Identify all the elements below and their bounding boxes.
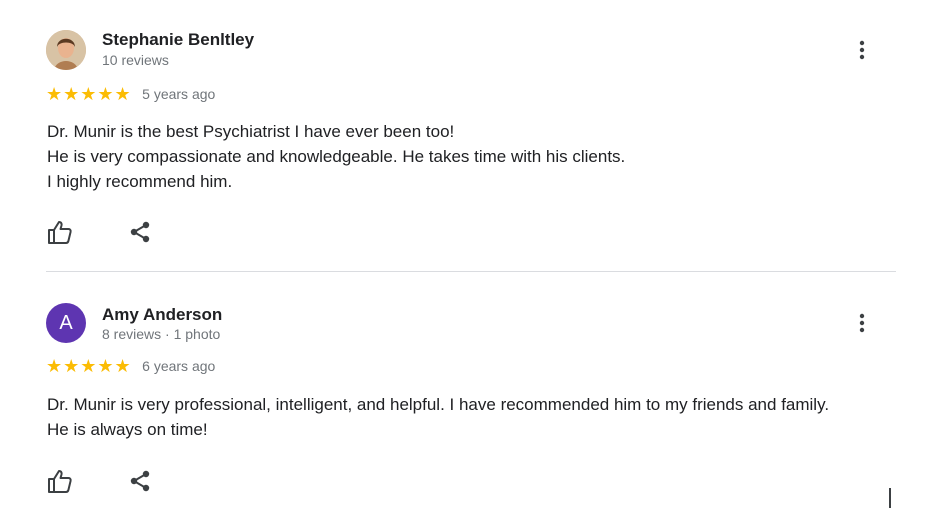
avatar-letter: A: [59, 312, 73, 334]
like-button[interactable]: [46, 218, 74, 246]
more-vertical-icon: [859, 313, 865, 333]
reviewer-name[interactable]: Amy Anderson: [102, 305, 222, 325]
rating-row: ★★★★★ 5 years ago: [46, 84, 215, 104]
reviewer-meta: 10 reviews: [102, 52, 169, 68]
review-text-line: Dr. Munir is the best Psychiatrist I hav…: [47, 122, 455, 141]
share-button[interactable]: [126, 218, 154, 246]
share-icon: [130, 221, 150, 243]
review-divider: [46, 271, 896, 272]
more-options-button[interactable]: [850, 38, 874, 62]
reviewer-meta: 8 reviews · 1 photo: [102, 326, 221, 342]
more-vertical-icon: [859, 40, 865, 60]
star-rating: ★★★★★: [46, 84, 132, 104]
like-button[interactable]: [46, 467, 74, 495]
share-icon: [130, 470, 150, 492]
review-text-line: I highly recommend him.: [47, 172, 233, 191]
share-button[interactable]: [126, 467, 154, 495]
avatar[interactable]: A: [46, 303, 86, 343]
text-cursor: [889, 488, 891, 508]
rating-row: ★★★★★ 6 years ago: [46, 356, 215, 376]
review-text-line: He is always on time!: [47, 420, 208, 439]
thumbs-up-icon: [48, 470, 72, 493]
review-text-line: He is very compassionate and knowledgeab…: [47, 147, 626, 166]
avatar[interactable]: [46, 30, 86, 70]
review-time: 5 years ago: [142, 86, 216, 102]
thumbs-up-icon: [48, 221, 72, 244]
more-options-button[interactable]: [850, 311, 874, 335]
review-text: Dr. Munir is the best Psychiatrist I hav…: [47, 119, 887, 194]
review-text: Dr. Munir is very professional, intellig…: [47, 392, 887, 442]
review-text-line: Dr. Munir is very professional, intellig…: [47, 395, 830, 414]
star-rating: ★★★★★: [46, 356, 132, 376]
review-time: 6 years ago: [142, 358, 216, 374]
avatar-photo-icon: [46, 30, 86, 70]
reviewer-name[interactable]: Stephanie Benltley: [102, 30, 254, 50]
